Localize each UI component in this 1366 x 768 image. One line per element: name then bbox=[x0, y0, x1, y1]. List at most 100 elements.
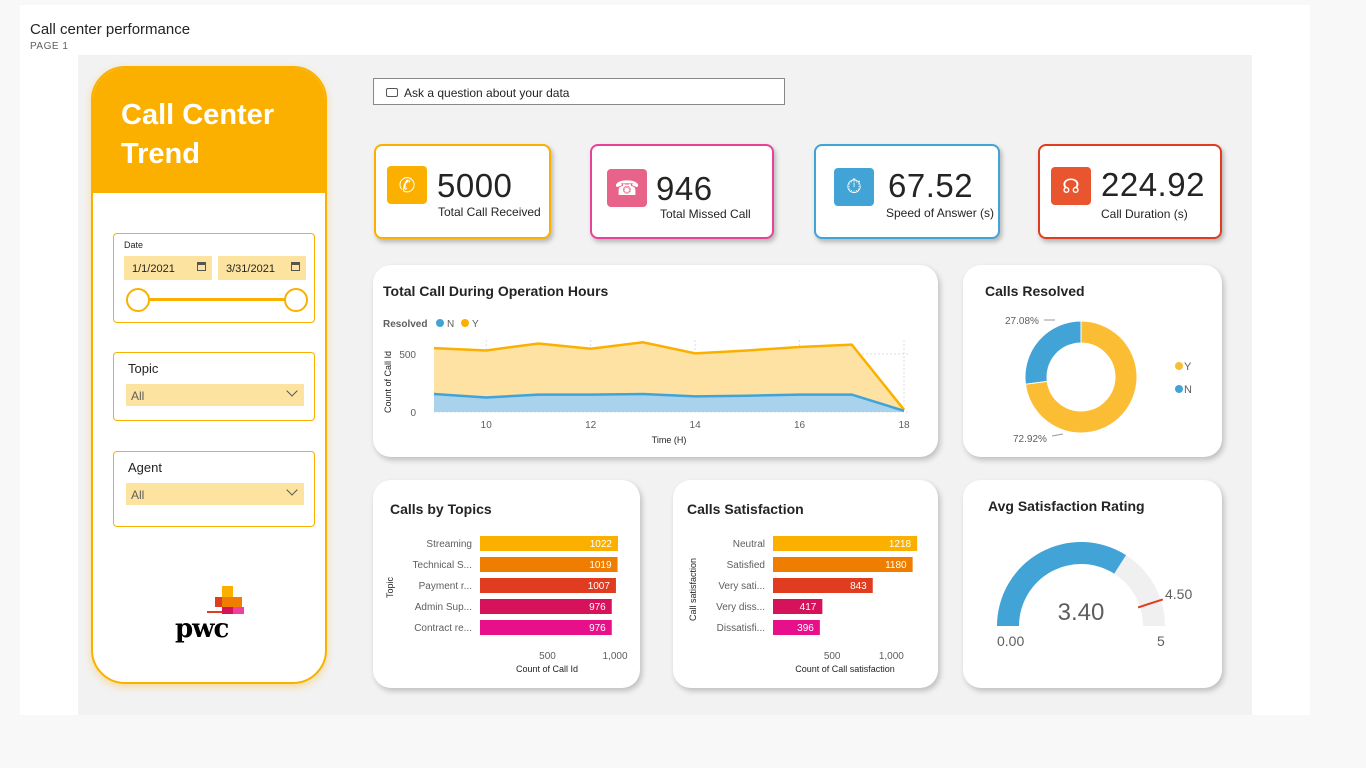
category-label: Very sati... bbox=[718, 581, 765, 592]
legend-label-y[interactable]: Y bbox=[1184, 361, 1192, 373]
category-label: Admin Sup... bbox=[415, 602, 472, 613]
satisfaction-gauge-card[interactable]: Avg Satisfaction Rating 3.40 0.00 5 4.50 bbox=[963, 480, 1222, 688]
gauge-target: 4.50 bbox=[1165, 586, 1192, 602]
legend-marker-y bbox=[461, 319, 469, 327]
filter-panel-header: Call Center Trend bbox=[93, 68, 325, 193]
legend-label-y[interactable]: Y bbox=[472, 319, 479, 330]
kpi-card-total-calls[interactable]: ✆ 5000 Total Call Received bbox=[374, 144, 551, 239]
chevron-down-icon bbox=[286, 484, 298, 496]
chat-icon bbox=[386, 88, 398, 97]
kpi-label: Call Duration (s) bbox=[1101, 207, 1188, 221]
data-label: 976 bbox=[589, 623, 606, 634]
x-tick-label: 14 bbox=[690, 420, 702, 431]
kpi-value: 67.52 bbox=[888, 167, 974, 204]
x-tick-label: 1,000 bbox=[602, 651, 627, 662]
calls-satisfaction-chart: Call satisfaction Count of Call satisfac… bbox=[688, 536, 918, 674]
category-label: Dissatisfi... bbox=[717, 623, 765, 634]
x-tick-label: 1,000 bbox=[879, 651, 904, 662]
calls-satisfaction-card[interactable]: Calls Satisfaction Call satisfaction Cou… bbox=[673, 480, 938, 688]
agent-dropdown-value: All bbox=[131, 488, 145, 502]
category-label: Payment r... bbox=[419, 581, 472, 592]
topic-dropdown[interactable]: All bbox=[126, 384, 304, 406]
x-tick-label: 10 bbox=[481, 420, 493, 431]
headset-icon: ☊ bbox=[1051, 167, 1091, 205]
kpi-value: 224.92 bbox=[1101, 166, 1205, 203]
legend-label-n[interactable]: N bbox=[1184, 384, 1192, 396]
category-label: Neutral bbox=[733, 539, 765, 550]
category-label: Technical S... bbox=[413, 560, 472, 571]
end-date-value: 3/31/2021 bbox=[226, 263, 275, 275]
satisfaction-gauge: 3.40 0.00 5 4.50 bbox=[997, 542, 1192, 649]
calendar-icon[interactable] bbox=[197, 262, 206, 271]
gauge-min: 0.00 bbox=[997, 633, 1024, 649]
phone-icon: ✆ bbox=[387, 166, 427, 204]
data-label-n: 27.08% bbox=[1005, 316, 1039, 327]
x-tick-label: 12 bbox=[585, 420, 597, 431]
y-tick-0: 0 bbox=[410, 408, 416, 419]
x-axis-label: Count of Call satisfaction bbox=[795, 664, 895, 674]
pwc-logo: pwc bbox=[175, 586, 255, 646]
agent-slicer-label: Agent bbox=[128, 460, 162, 475]
chevron-down-icon bbox=[286, 385, 298, 397]
dashboard-title: Call Center Trend bbox=[121, 99, 275, 170]
gauge-max: 5 bbox=[1157, 633, 1165, 649]
kpi-label: Total Call Received bbox=[438, 205, 541, 219]
x-axis-label: Count of Call Id bbox=[516, 664, 578, 674]
data-label: 1022 bbox=[590, 539, 613, 550]
kpi-value: 5000 bbox=[437, 167, 513, 204]
agent-dropdown[interactable]: All bbox=[126, 483, 304, 505]
date-end-handle[interactable] bbox=[284, 288, 308, 312]
topic-dropdown-value: All bbox=[131, 389, 145, 403]
topic-slicer: Topic All bbox=[113, 352, 315, 421]
end-date-input[interactable]: 3/31/2021 bbox=[218, 256, 306, 280]
data-label: 396 bbox=[797, 623, 814, 634]
x-tick-label: 18 bbox=[898, 420, 910, 431]
date-start-handle[interactable] bbox=[126, 288, 150, 312]
slice-n bbox=[1024, 320, 1082, 385]
category-label: Satisfied bbox=[727, 560, 765, 571]
page-label[interactable]: PAGE 1 bbox=[30, 41, 68, 52]
data-label: 1218 bbox=[889, 539, 912, 550]
report-title: Call center performance bbox=[30, 21, 191, 38]
kpi-card-missed-calls[interactable]: ☎ 946 Total Missed Call bbox=[590, 144, 774, 239]
date-slicer-label: Date bbox=[124, 240, 144, 250]
qna-search-box[interactable]: Ask a question about your data bbox=[373, 78, 785, 105]
legend-marker-n bbox=[1175, 385, 1183, 393]
x-tick-label: 500 bbox=[539, 651, 556, 662]
category-label: Contract re... bbox=[414, 623, 472, 634]
calendar-icon[interactable] bbox=[291, 262, 300, 271]
data-label: 1019 bbox=[589, 560, 612, 571]
kpi-card-call-duration[interactable]: ☊ 224.92 Call Duration (s) bbox=[1038, 144, 1222, 239]
x-tick-label: 16 bbox=[794, 420, 806, 431]
topic-slicer-label: Topic bbox=[128, 361, 159, 376]
legend-marker-y bbox=[1175, 362, 1183, 370]
category-label: Streaming bbox=[426, 539, 472, 550]
legend-title: Resolved bbox=[383, 319, 427, 330]
y-tick-500: 500 bbox=[399, 350, 416, 361]
legend-label-n[interactable]: N bbox=[447, 319, 454, 330]
date-slicer: Date 1/1/2021 3/31/2021 bbox=[113, 233, 315, 323]
calls-resolved-card[interactable]: Calls Resolved 27.08% 72.92% Y N bbox=[963, 265, 1222, 457]
operation-hours-chart: Resolved N Y Count of Call Id 0 500 Time… bbox=[383, 319, 910, 445]
y-axis-label: Topic bbox=[385, 576, 395, 598]
missed-call-icon: ☎ bbox=[607, 169, 647, 207]
data-label-y: 72.92% bbox=[1013, 434, 1047, 445]
speed-icon: ⏱ bbox=[834, 168, 874, 206]
y-axis-label: Call satisfaction bbox=[688, 558, 698, 621]
data-label: 843 bbox=[850, 581, 867, 592]
start-date-input[interactable]: 1/1/2021 bbox=[124, 256, 212, 280]
kpi-label: Total Missed Call bbox=[660, 207, 751, 221]
data-label: 417 bbox=[800, 602, 817, 613]
x-axis-label: Time (H) bbox=[652, 435, 687, 445]
agent-slicer: Agent All bbox=[113, 451, 315, 527]
kpi-value: 946 bbox=[656, 170, 713, 207]
calls-by-topics-chart: Topic Count of Call Id Streaming 1022 Tech… bbox=[385, 536, 628, 674]
category-label: Very diss... bbox=[716, 602, 765, 613]
data-label: 1180 bbox=[885, 560, 907, 571]
data-label: 976 bbox=[589, 602, 606, 613]
x-tick-label: 500 bbox=[824, 651, 841, 662]
calls-by-topics-card[interactable]: Calls by Topics Topic Count of Call Id S… bbox=[373, 480, 640, 688]
date-range-track[interactable] bbox=[138, 298, 296, 301]
kpi-card-speed-of-answer[interactable]: ⏱ 67.52 Speed of Answer (s) bbox=[814, 144, 1000, 239]
operation-hours-card[interactable]: Total Call During Operation Hours Resolv… bbox=[373, 265, 938, 457]
